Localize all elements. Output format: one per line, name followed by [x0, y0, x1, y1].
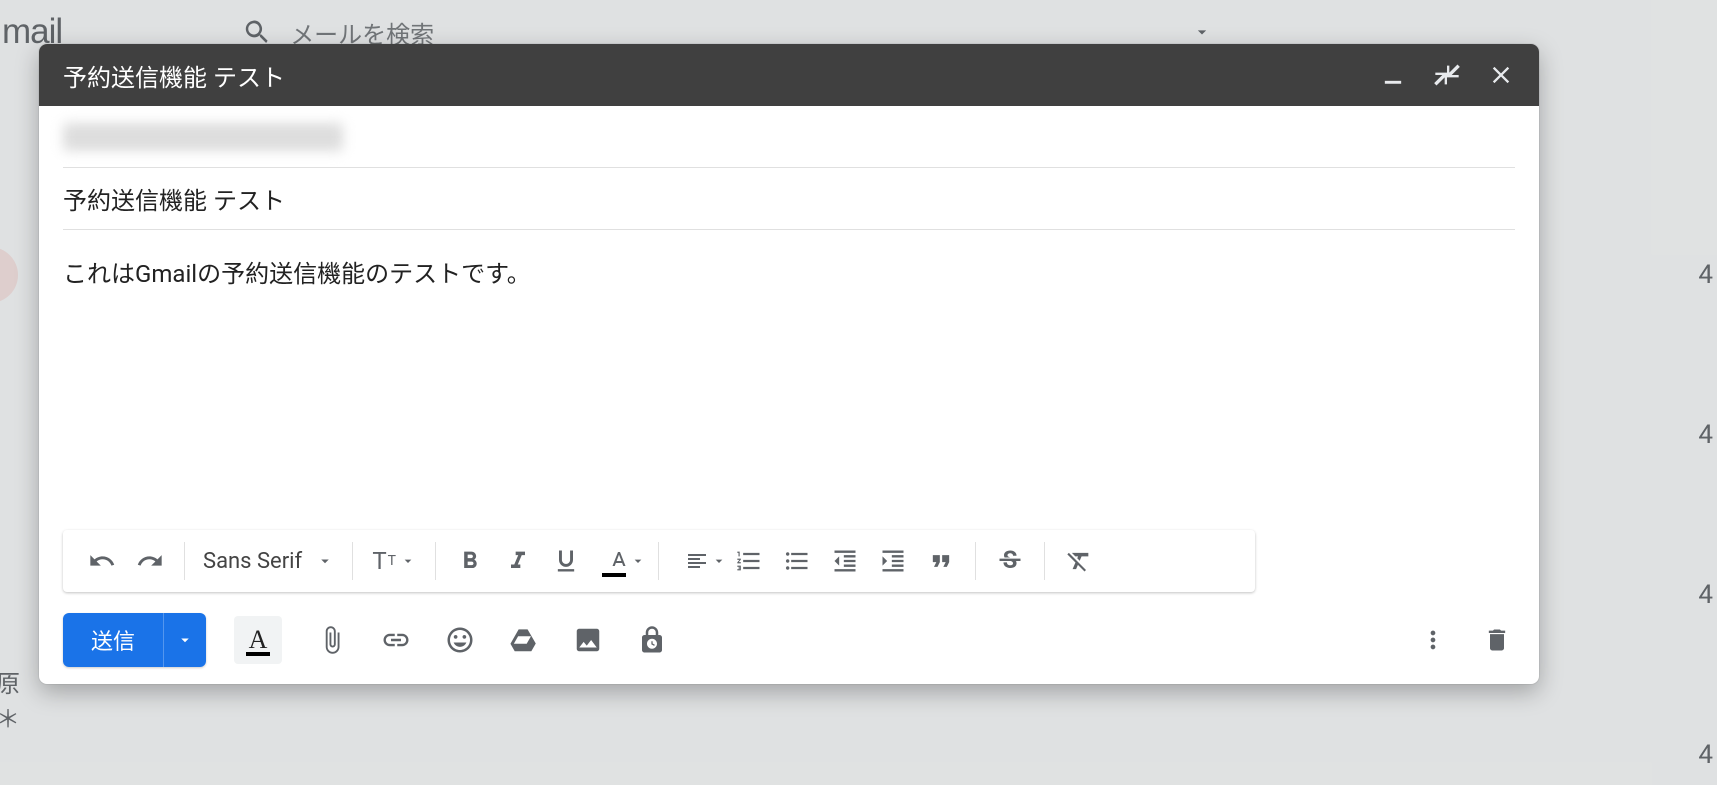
paperclip-icon	[317, 625, 347, 655]
more-vert-icon	[1419, 626, 1447, 654]
toolbar-divider	[435, 542, 436, 580]
subject-field[interactable]: 予約送信機能 テスト	[63, 168, 1515, 230]
insert-emoji-button[interactable]	[442, 622, 478, 658]
toolbar-divider	[975, 542, 976, 580]
recipient-redacted	[63, 123, 343, 151]
row-stub: 4	[1698, 260, 1717, 290]
compose-action-bar: 送信 A	[63, 606, 1515, 684]
sidebar-stub-text: 原＊	[0, 664, 40, 734]
underline-button[interactable]	[542, 537, 590, 585]
send-split-button: 送信	[63, 613, 206, 667]
subject-text: 予約送信機能 テスト	[63, 181, 285, 216]
quote-button[interactable]	[917, 537, 965, 585]
formatting-underline-bar	[246, 652, 270, 656]
redo-button[interactable]	[126, 537, 174, 585]
bold-button[interactable]	[446, 537, 494, 585]
insert-drive-button[interactable]	[506, 622, 542, 658]
indent-less-button[interactable]	[821, 537, 869, 585]
dropdown-caret-icon	[400, 553, 416, 569]
remove-formatting-button[interactable]	[1055, 537, 1103, 585]
bulleted-list-button[interactable]	[773, 537, 821, 585]
exit-fullscreen-button[interactable]	[1433, 61, 1461, 89]
row-stub: 4	[1698, 420, 1717, 450]
undo-button[interactable]	[78, 537, 126, 585]
insert-photo-button[interactable]	[570, 622, 606, 658]
formatting-a-icon: A	[249, 625, 268, 655]
minimize-button[interactable]	[1379, 61, 1407, 89]
send-options-button[interactable]	[164, 613, 206, 667]
discard-draft-button[interactable]	[1479, 622, 1515, 658]
font-family-label: Sans Serif	[203, 549, 302, 574]
dropdown-caret-icon	[630, 553, 646, 569]
message-body[interactable]: これはGmailの予約送信機能のテストです。	[63, 230, 1515, 530]
compose-titlebar[interactable]: 予約送信機能 テスト	[39, 44, 1539, 106]
font-size-small-t-icon: T	[388, 553, 396, 569]
dropdown-caret-icon	[316, 552, 334, 570]
text-color-button[interactable]	[590, 537, 648, 585]
row-stub: 4	[1698, 580, 1717, 610]
search-options-icon[interactable]	[1192, 22, 1212, 42]
link-icon	[381, 625, 411, 655]
toolbar-divider	[658, 542, 659, 580]
font-size-dropdown[interactable]: TT	[363, 537, 425, 585]
confidential-mode-button[interactable]	[634, 622, 670, 658]
compose-overflow-controls	[1415, 622, 1515, 658]
lock-clock-icon	[637, 625, 667, 655]
trash-icon	[1483, 626, 1511, 654]
row-stub: 4	[1698, 740, 1717, 770]
italic-button[interactable]	[494, 537, 542, 585]
google-drive-icon	[509, 625, 539, 655]
message-body-text: これはGmailの予約送信機能のテストです。	[63, 260, 531, 288]
image-icon	[573, 625, 603, 655]
text-align-button[interactable]	[669, 537, 725, 585]
compose-insert-icons	[314, 622, 670, 658]
sidebar-strip: 原＊	[0, 64, 40, 785]
formatting-toolbar: Sans Serif TT	[63, 530, 1255, 592]
text-color-indicator	[602, 573, 626, 577]
compose-window: 予約送信機能 テスト 予約送信機能 テスト これはGmailの予約送信機能のテス…	[39, 44, 1539, 684]
background-row-stubs: 4 4 4 4	[1687, 260, 1717, 770]
search-icon	[242, 17, 272, 47]
close-button[interactable]	[1487, 61, 1515, 89]
more-options-button[interactable]	[1415, 622, 1451, 658]
attach-file-button[interactable]	[314, 622, 350, 658]
font-size-big-t-icon: T	[372, 547, 386, 575]
indent-more-button[interactable]	[869, 537, 917, 585]
font-family-dropdown[interactable]: Sans Serif	[195, 537, 342, 585]
compose-title-text: 予約送信機能 テスト	[63, 58, 285, 93]
toolbar-divider	[184, 542, 185, 580]
send-button[interactable]: 送信	[63, 613, 164, 667]
strikethrough-button[interactable]	[986, 537, 1034, 585]
formatting-toggle-button[interactable]: A	[234, 616, 282, 664]
compose-body: 予約送信機能 テスト これはGmailの予約送信機能のテストです。 Sans S…	[39, 106, 1539, 684]
toolbar-divider	[352, 542, 353, 580]
recipient-field[interactable]	[63, 106, 1515, 168]
numbered-list-button[interactable]	[725, 537, 773, 585]
insert-link-button[interactable]	[378, 622, 414, 658]
dropdown-caret-icon	[176, 631, 194, 649]
sidebar-selected-indicator	[0, 247, 18, 303]
compose-window-controls	[1379, 61, 1515, 89]
emoji-icon	[445, 625, 475, 655]
toolbar-divider	[1044, 542, 1045, 580]
